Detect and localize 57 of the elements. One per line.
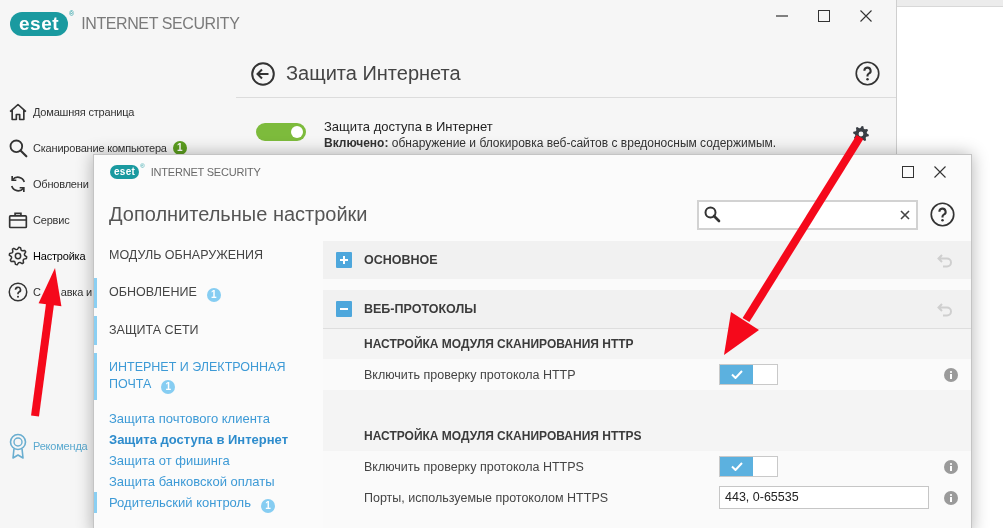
setting-label: Включить проверку протокола HTTP <box>364 367 576 382</box>
toggle-switch[interactable] <box>719 364 778 385</box>
refresh-icon <box>8 174 28 194</box>
info-icon[interactable] <box>944 490 958 505</box>
sidebar-item[interactable]: Настройка <box>8 246 86 266</box>
help-icon[interactable] <box>855 61 880 86</box>
product-logo: eset <box>10 12 69 36</box>
setting-label: Включить проверку протокола HTTPS <box>364 459 584 474</box>
sidebar-item[interactable]: С авка и <box>8 282 92 302</box>
setting-label: Порты, используемые протоколом HTTPS <box>364 490 609 505</box>
sidebar-item[interactable]: Обновлени <box>8 174 89 194</box>
product-logo: eset <box>110 164 140 179</box>
count-badge: 1 <box>206 288 221 302</box>
page-title: Защита Интернета <box>286 62 461 85</box>
count-badge: 1 <box>172 141 187 155</box>
dialog-title: Дополнительные настройки <box>109 203 368 226</box>
plus-icon[interactable] <box>336 252 352 268</box>
gear-icon <box>8 246 28 266</box>
product-name: INTERNET SECURITY <box>81 14 240 34</box>
award-ribbon-icon <box>8 433 28 459</box>
back-icon[interactable] <box>251 61 275 86</box>
search-icon <box>8 138 28 158</box>
product-name: INTERNET SECURITY <box>150 165 261 178</box>
group-title: НАСТРОЙКА МОДУЛЯ СКАНИРОВАНИЯ HTTP <box>364 335 634 353</box>
minus-icon[interactable] <box>336 301 352 317</box>
close-icon[interactable] <box>934 165 946 178</box>
clear-icon[interactable] <box>900 209 910 220</box>
toggle-switch[interactable] <box>256 123 306 141</box>
section-header[interactable]: ВЕБ-ПРОТОКОЛЫ <box>323 290 971 329</box>
feature-description: Включено: обнаружение и блокировка веб-сайтов с вредоносным содержимым. <box>324 135 777 152</box>
maximize-icon[interactable] <box>902 165 914 178</box>
close-icon[interactable] <box>860 10 872 22</box>
search-icon <box>704 206 721 223</box>
briefcase-icon <box>8 210 28 230</box>
help-icon[interactable] <box>930 202 955 227</box>
count-badge: 1 <box>260 499 275 513</box>
text-field[interactable]: 443, 0-65535 <box>719 486 929 509</box>
nav-subitem[interactable]: Защита доступа в Интернет <box>94 429 323 450</box>
check-icon <box>730 370 743 379</box>
info-icon[interactable] <box>944 367 958 382</box>
check-icon <box>730 462 743 471</box>
toggle-switch[interactable] <box>719 456 778 477</box>
search-field[interactable] <box>697 199 918 230</box>
group-title: НАСТРОЙКА МОДУЛЯ СКАНИРОВАНИЯ HTTPS <box>364 427 642 445</box>
feature-title: Защита доступа в Интернет <box>324 118 493 135</box>
section-title: ВЕБ-ПРОТОКОЛЫ <box>364 302 477 316</box>
nav-item[interactable]: МОДУЛЬ ОБНАРУЖЕНИЯ <box>94 241 323 270</box>
count-badge: 1 <box>161 380 176 394</box>
section-title: ОСНОВНОЕ <box>364 253 438 267</box>
sidebar-item[interactable]: Домашняя страница <box>8 102 135 122</box>
gear-icon[interactable] <box>853 126 869 142</box>
section-header[interactable]: ОСНОВНОЕ <box>323 241 971 279</box>
sidebar-item[interactable]: Сервис <box>8 210 70 230</box>
info-icon[interactable] <box>944 459 958 474</box>
help-icon <box>8 282 28 302</box>
maximize-icon[interactable] <box>818 10 830 22</box>
home-icon <box>8 102 28 122</box>
